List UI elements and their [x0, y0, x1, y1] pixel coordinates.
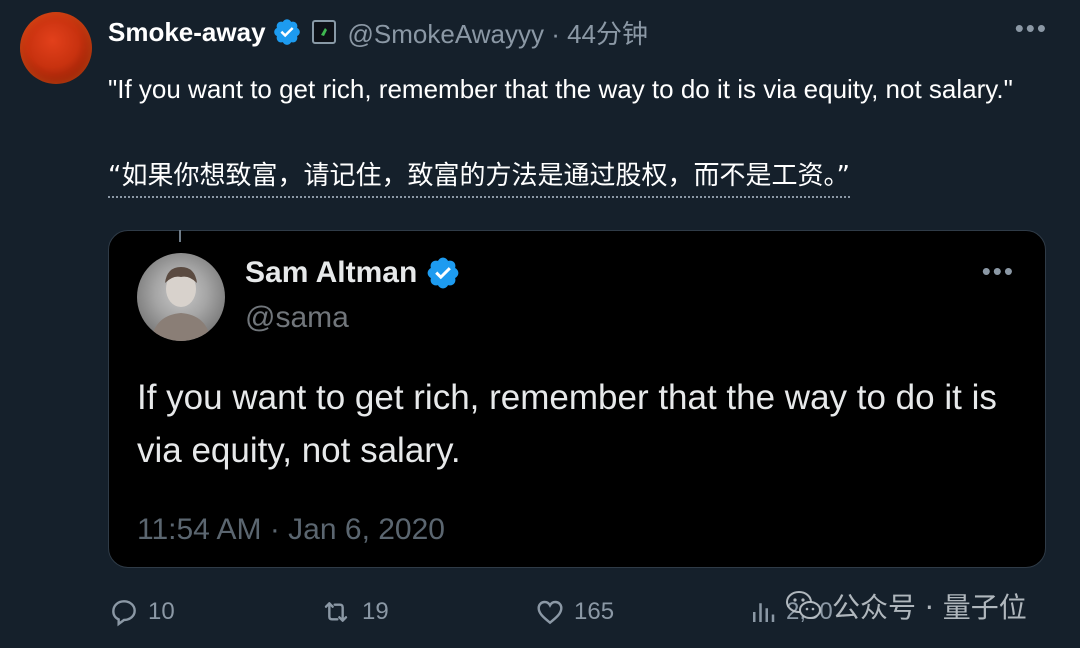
- quote-header: Sam Altman: [245, 255, 461, 291]
- verified-badge-icon: [425, 255, 461, 291]
- watermark: 公众号 · 量子位: [784, 586, 1027, 626]
- square-badge-icon: [311, 20, 336, 44]
- translation-text[interactable]: “如果你想致富，请记住，致富的方法是通过股权，而不是工资。”: [108, 158, 850, 198]
- reply-count: 10: [148, 598, 175, 625]
- retweet-button[interactable]: 19: [318, 590, 389, 634]
- views-icon: [753, 603, 775, 622]
- quote-tweet-card[interactable]: Sam Altman @sama ••• If you want to get …: [108, 230, 1046, 568]
- handle-text[interactable]: @SmokeAwayyy: [348, 19, 544, 49]
- more-icon[interactable]: •••: [982, 258, 1015, 284]
- tweet-text: "If you want to get rich, remember that …: [108, 74, 1013, 104]
- quote-timestamp[interactable]: 11:54 AM · Jan 6, 2020: [137, 513, 445, 547]
- reply-icon: [112, 600, 136, 627]
- quote-handle[interactable]: @sama: [245, 301, 349, 335]
- wechat-icon: [786, 591, 821, 619]
- display-name[interactable]: Smoke-away: [108, 17, 266, 48]
- quote-avatar[interactable]: [137, 253, 225, 341]
- watermark-text: 公众号 · 量子位: [832, 591, 1027, 624]
- retweet-icon: [324, 602, 348, 622]
- verified-badge-icon: [272, 17, 302, 47]
- retweet-count: 19: [362, 598, 389, 625]
- like-button[interactable]: 165: [534, 590, 614, 634]
- like-count: 165: [574, 598, 615, 625]
- time-text[interactable]: · 44分钟: [551, 19, 648, 49]
- quote-display-name[interactable]: Sam Altman: [245, 256, 417, 290]
- more-icon[interactable]: •••: [1015, 15, 1048, 41]
- handle[interactable]: @SmokeAwayyy · 44分钟: [348, 14, 648, 51]
- thread-connector: [179, 230, 181, 242]
- reply-button[interactable]: 10: [108, 590, 175, 634]
- avatar[interactable]: [20, 12, 92, 84]
- tweet-header: Smoke-away @SmokeAwayyy · 44分钟: [108, 12, 648, 52]
- quote-text: If you want to get rich, remember that t…: [137, 378, 997, 470]
- like-icon: [537, 600, 563, 625]
